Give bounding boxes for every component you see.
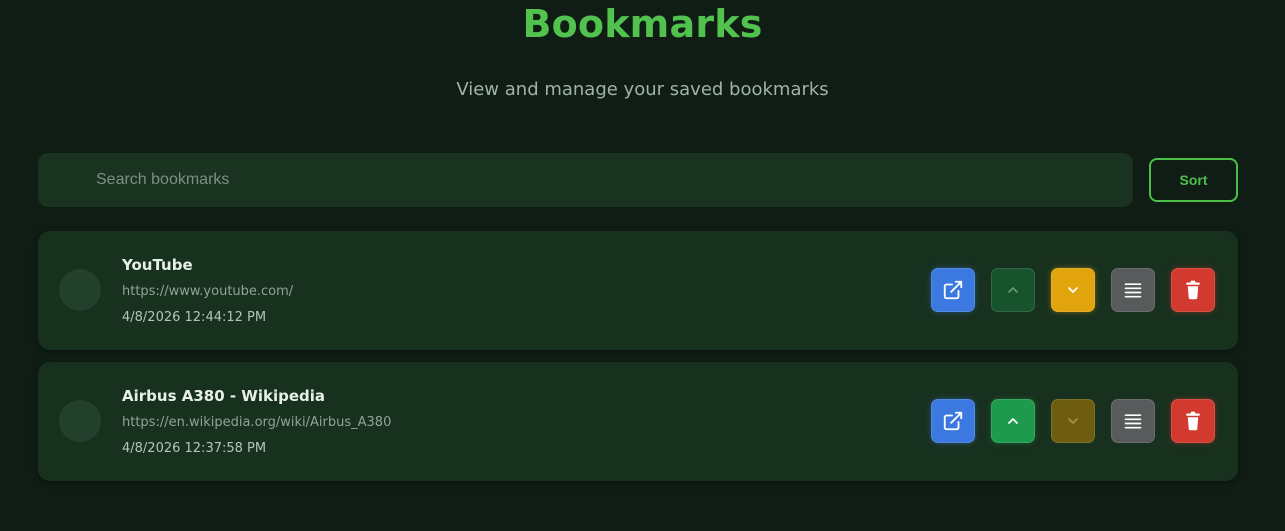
details-button[interactable]	[1111, 268, 1155, 312]
delete-bookmark-button[interactable]	[1171, 399, 1215, 443]
favicon-placeholder	[59, 269, 101, 311]
bookmark-url: https://www.youtube.com/	[122, 284, 294, 299]
bookmark-date: 4/8/2026 12:44:12 PM	[122, 310, 267, 325]
menu-lines-icon	[1124, 283, 1142, 298]
move-up-button[interactable]	[991, 268, 1035, 312]
bookmark-title: Airbus A380 - Wikipedia	[122, 387, 326, 405]
bookmarks-page: Bookmarks View and manage your saved boo…	[0, 0, 1285, 531]
move-down-button[interactable]	[1051, 399, 1095, 443]
page-title: Bookmarks	[522, 2, 763, 46]
search-input[interactable]	[38, 153, 1133, 207]
open-bookmark-button[interactable]	[931, 399, 975, 443]
chevron-down-icon	[1068, 287, 1078, 293]
move-down-button[interactable]	[1051, 268, 1095, 312]
bookmark-date: 4/8/2026 12:37:58 PM	[122, 441, 267, 456]
bookmark-url: https://en.wikipedia.org/wiki/Airbus_A38…	[122, 415, 392, 430]
delete-bookmark-button[interactable]	[1171, 268, 1215, 312]
page-subtitle: View and manage your saved bookmarks	[456, 79, 829, 100]
bookmark-title: YouTube	[122, 256, 193, 274]
trash-icon	[1186, 280, 1200, 300]
chevron-down-icon	[1068, 418, 1078, 424]
external-link-icon	[943, 280, 963, 300]
chevron-up-icon	[1008, 287, 1018, 293]
menu-lines-icon	[1124, 414, 1142, 429]
chevron-up-icon	[1008, 418, 1018, 424]
bookmark-card: Airbus A380 - Wikipedia https://en.wikip…	[38, 362, 1238, 481]
bookmark-actions	[931, 268, 1215, 312]
open-bookmark-button[interactable]	[931, 268, 975, 312]
favicon-placeholder	[59, 400, 101, 442]
move-up-button[interactable]	[991, 399, 1035, 443]
external-link-icon	[943, 411, 963, 431]
bookmark-card: YouTube https://www.youtube.com/ 4/8/202…	[38, 231, 1238, 350]
sort-button[interactable]: Sort	[1149, 158, 1238, 202]
details-button[interactable]	[1111, 399, 1155, 443]
bookmark-actions	[931, 399, 1215, 443]
trash-icon	[1186, 411, 1200, 431]
